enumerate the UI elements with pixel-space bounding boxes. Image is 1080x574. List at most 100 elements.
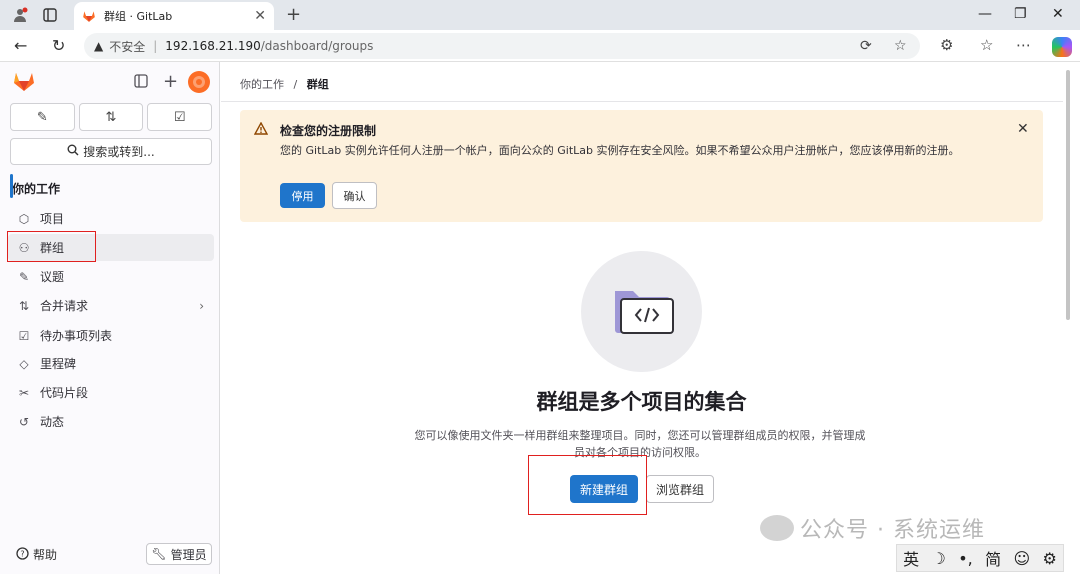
url-separator: | bbox=[153, 39, 158, 53]
sidebar-item-issues[interactable]: ✎ 议题 bbox=[8, 263, 214, 290]
sidebar-item-snippets[interactable]: ✂ 代码片段 bbox=[8, 379, 214, 406]
help-button[interactable]: ? 帮助 bbox=[16, 546, 57, 563]
activity-icon: ↺ bbox=[18, 414, 30, 429]
todo-icon: ☑ bbox=[173, 109, 186, 125]
alert-title: 检查您的注册限制 bbox=[280, 124, 377, 138]
favorite-star-icon[interactable]: ☆ bbox=[894, 38, 907, 54]
breadcrumb-current[interactable]: 群组 bbox=[307, 78, 329, 91]
sidebar-item-todos[interactable]: ☑ 待办事项列表 bbox=[8, 322, 214, 349]
sidebar-item-label: 项目 bbox=[40, 212, 65, 226]
gitlab-logo-icon[interactable] bbox=[12, 70, 36, 92]
not-secure-label[interactable]: 不安全 bbox=[109, 38, 145, 55]
search-label: 搜索或转到... bbox=[83, 145, 155, 159]
profile-icon[interactable] bbox=[12, 7, 28, 23]
snippet-icon: ✂ bbox=[18, 385, 30, 400]
search-icon bbox=[67, 144, 79, 159]
merge-requests-shortcut-button[interactable]: ⇅ bbox=[78, 103, 144, 131]
issues-shortcut-button[interactable]: ✎ bbox=[10, 103, 75, 131]
browser-tab-bar: 群组 · GitLab ✕ + — ❐ ✕ bbox=[0, 0, 1080, 30]
address-bar-row: ← ↻ ▲ 不安全 | 192.168.21.190/dashboard/gro… bbox=[0, 30, 1080, 62]
sidebar-item-label: 合并请求 bbox=[40, 299, 89, 313]
toggle-sidebar-icon[interactable] bbox=[134, 74, 148, 92]
sidebar-item-activity[interactable]: ↺ 动态 bbox=[8, 408, 214, 435]
sidebar: + ✎ ⇅ ☑ 搜索或转到... 你的工作 ⬡ 项目 ⚇ 群组 ✎ 议题 ⇅ 合… bbox=[0, 62, 220, 574]
favorites-icon[interactable]: ☆ bbox=[980, 36, 993, 54]
copilot-icon[interactable] bbox=[1052, 37, 1072, 57]
help-label: 帮助 bbox=[33, 548, 58, 562]
tab-close-icon[interactable]: ✕ bbox=[254, 8, 266, 24]
watermark-text: 公众号 · 系统运维 bbox=[800, 518, 985, 543]
disable-registration-button[interactable]: 停用 bbox=[280, 183, 325, 208]
sidebar-item-label: 议题 bbox=[40, 270, 65, 284]
alert-body: 您的 GitLab 实例允许任何人注册一个帐户，面向公众的 GitLab 实例存… bbox=[280, 144, 960, 157]
empty-state-title: 群组是多个项目的集合 bbox=[536, 390, 747, 414]
milestone-icon: ◇ bbox=[19, 356, 29, 371]
moon-icon[interactable]: ☽ bbox=[932, 549, 946, 568]
explore-groups-button[interactable]: 浏览群组 bbox=[646, 475, 714, 503]
new-tab-button[interactable]: + bbox=[286, 4, 301, 25]
admin-button[interactable]: 🔧︎ 管理员 bbox=[146, 543, 212, 565]
punctuation-icon[interactable]: •, bbox=[958, 549, 973, 568]
registration-alert: 检查您的注册限制 您的 GitLab 实例允许任何人注册一个帐户，面向公众的 G… bbox=[240, 110, 1043, 222]
gitlab-favicon-icon bbox=[83, 11, 95, 22]
empty-state-illustration bbox=[581, 251, 702, 372]
not-secure-icon[interactable]: ▲ bbox=[94, 39, 103, 53]
header-divider bbox=[221, 101, 1063, 102]
url-path: /dashboard/groups bbox=[260, 39, 374, 53]
tab-groups[interactable]: 群组 · GitLab ✕ bbox=[74, 2, 274, 30]
create-new-icon[interactable]: + bbox=[163, 71, 178, 92]
help-icon: ? bbox=[16, 546, 29, 563]
wrench-icon: 🔧︎ bbox=[151, 547, 167, 561]
avatar[interactable] bbox=[188, 71, 210, 93]
folder-code-icon bbox=[615, 291, 674, 334]
admin-label: 管理员 bbox=[170, 547, 207, 562]
breadcrumb: 你的工作 / 群组 bbox=[240, 76, 329, 92]
back-icon[interactable]: ← bbox=[14, 36, 27, 55]
ime-language[interactable]: 英 bbox=[903, 546, 919, 570]
highlight-box-groups bbox=[7, 231, 96, 262]
confirm-button[interactable]: 确认 bbox=[332, 182, 377, 209]
active-nav-indicator bbox=[10, 174, 13, 198]
sidebar-item-milestones[interactable]: ◇ 里程碑 bbox=[8, 350, 214, 377]
ime-mode[interactable]: 简 bbox=[985, 546, 1001, 570]
translate-icon[interactable]: ⟳ bbox=[860, 38, 872, 54]
sidebar-item-label: 待办事项列表 bbox=[40, 329, 113, 343]
wechat-logo-icon bbox=[760, 515, 794, 541]
reload-icon[interactable]: ↻ bbox=[52, 36, 65, 55]
more-icon[interactable]: ⋯ bbox=[1016, 36, 1031, 54]
alert-close-icon[interactable]: ✕ bbox=[1017, 121, 1029, 137]
todo-icon: ☑ bbox=[18, 328, 30, 343]
settings-gear-icon[interactable]: ⚙ bbox=[1042, 549, 1056, 568]
search-button[interactable]: 搜索或转到... bbox=[10, 138, 212, 165]
breadcrumb-parent[interactable]: 你的工作 bbox=[240, 78, 284, 91]
emoji-icon[interactable]: ☺ bbox=[1013, 549, 1030, 568]
highlight-box-new-group bbox=[528, 455, 647, 515]
url-input[interactable]: ▲ 不安全 | 192.168.21.190/dashboard/groups … bbox=[84, 33, 920, 59]
sidebar-item-label: 动态 bbox=[40, 415, 65, 429]
restore-icon[interactable]: ❐ bbox=[1014, 6, 1027, 22]
merge-request-icon: ⇅ bbox=[105, 109, 117, 125]
extensions-icon[interactable]: ⚙ bbox=[940, 36, 953, 54]
minimize-icon[interactable]: — bbox=[978, 6, 992, 22]
issues-icon: ✎ bbox=[36, 109, 48, 125]
sidebar-item-merge-requests[interactable]: ⇅ 合并请求 › bbox=[8, 292, 214, 319]
window-close-icon[interactable]: ✕ bbox=[1052, 6, 1064, 22]
ime-toolbar: 英 ☽ •, 简 ☺ ⚙ bbox=[896, 544, 1064, 572]
tab-title: 群组 · GitLab bbox=[104, 10, 173, 23]
watermark: 公众号 · 系统运维 bbox=[760, 512, 985, 544]
warning-icon bbox=[253, 121, 269, 139]
url-host: 192.168.21.190 bbox=[165, 39, 261, 53]
your-work-heading: 你的工作 bbox=[12, 182, 61, 196]
project-icon: ⬡ bbox=[18, 211, 30, 226]
chevron-right-icon: › bbox=[199, 298, 204, 313]
breadcrumb-separator: / bbox=[293, 78, 298, 91]
sidebar-item-projects[interactable]: ⬡ 项目 bbox=[8, 205, 214, 232]
issues-icon: ✎ bbox=[18, 269, 30, 284]
merge-request-icon: ⇅ bbox=[18, 298, 30, 313]
scrollbar-thumb[interactable] bbox=[1066, 70, 1070, 320]
todos-shortcut-button[interactable]: ☑ bbox=[147, 103, 213, 131]
sidebar-item-label: 里程碑 bbox=[40, 357, 77, 371]
tab-actions-icon[interactable] bbox=[42, 7, 58, 23]
sidebar-item-label: 代码片段 bbox=[40, 386, 89, 400]
svg-text:?: ? bbox=[20, 549, 24, 558]
